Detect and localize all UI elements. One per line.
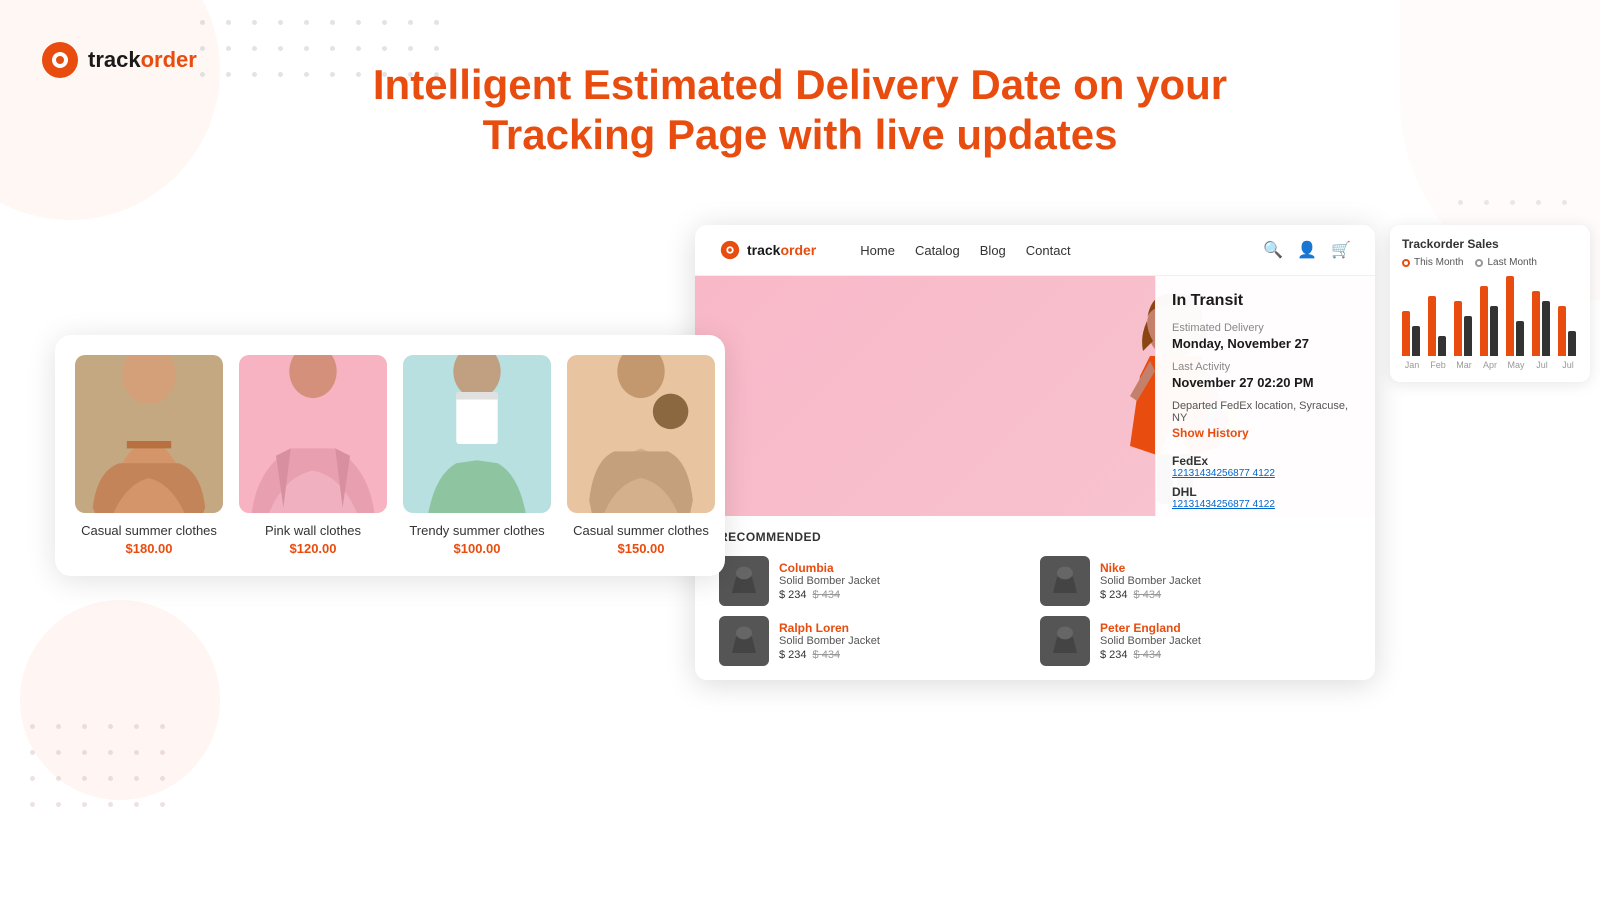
product-card-3[interactable]: Trendy summer clothes $100.00 — [403, 355, 551, 556]
storefront: trackorder Home Catalog Blog Contact 🔍 👤… — [695, 225, 1375, 680]
legend-dot-orange — [1402, 259, 1410, 267]
rec-image-2 — [1040, 556, 1090, 606]
show-history-link[interactable]: Show History — [1172, 426, 1359, 440]
carrier-dhl: DHL 12131434256877 4122 — [1172, 485, 1359, 510]
rec-old-price-1: $ 434 — [813, 589, 841, 601]
carrier-fedex: FedEx 12131434256877 4122 — [1172, 454, 1359, 479]
rec-price-3: $ 234 — [779, 649, 807, 661]
product-name-1: Casual summer clothes — [81, 523, 217, 538]
heading-line1: Intelligent Estimated Delivery Date on y… — [373, 61, 1227, 108]
rec-prices-1: $ 234 $ 434 — [779, 589, 880, 601]
rec-name-1: Solid Bomber Jacket — [779, 575, 880, 587]
carrier-dhl-name: DHL — [1172, 485, 1359, 499]
product-price-3: $100.00 — [454, 541, 501, 556]
rec-item-2-info: Nike Solid Bomber Jacket $ 234 $ 434 — [1100, 561, 1201, 601]
product-image-4 — [567, 355, 715, 513]
tracking-widget: In Transit Estimated Delivery Monday, No… — [1155, 276, 1375, 516]
legend-last-month: Last Month — [1475, 257, 1536, 268]
rec-old-price-3: $ 434 — [813, 649, 841, 661]
store-logo[interactable]: trackorder — [719, 239, 816, 261]
rec-prices-3: $ 234 $ 434 — [779, 649, 880, 661]
heading-line2: Tracking Page with live updates — [483, 111, 1118, 158]
store-nav-icons: 🔍 👤 🛒 — [1263, 240, 1351, 260]
chart-legend: This Month Last Month — [1402, 257, 1578, 268]
rec-brand-3: Ralph Loren — [779, 621, 880, 635]
product-price-4: $150.00 — [618, 541, 665, 556]
rec-image-3 — [719, 616, 769, 666]
nav-link-home[interactable]: Home — [860, 243, 895, 258]
product-name-3: Trendy summer clothes — [409, 523, 544, 538]
rec-brand-4: Peter England — [1100, 621, 1201, 635]
product-name-2: Pink wall clothes — [265, 523, 361, 538]
product-card-2[interactable]: Pink wall clothes $120.00 — [239, 355, 387, 556]
product-price-1: $180.00 — [126, 541, 173, 556]
nav-link-blog[interactable]: Blog — [980, 243, 1006, 258]
rec-item-2[interactable]: Nike Solid Bomber Jacket $ 234 $ 434 — [1040, 556, 1351, 606]
carrier-dhl-number[interactable]: 12131434256877 4122 — [1172, 499, 1359, 510]
product-image-2 — [239, 355, 387, 513]
rec-item-1[interactable]: Columbia Solid Bomber Jacket $ 234 $ 434 — [719, 556, 1030, 606]
sales-chart: Trackorder Sales This Month Last Month J… — [1390, 225, 1590, 382]
estimated-label: Estimated Delivery — [1172, 322, 1359, 334]
product-card-4[interactable]: Casual summer clothes $150.00 — [567, 355, 715, 556]
estimated-date: Monday, November 27 — [1172, 336, 1359, 351]
rec-prices-4: $ 234 $ 434 — [1100, 649, 1201, 661]
rec-brand-2: Nike — [1100, 561, 1201, 575]
carrier-fedex-number[interactable]: 12131434256877 4122 — [1172, 468, 1359, 479]
product-name-4: Casual summer clothes — [573, 523, 709, 538]
rec-price-2: $ 234 — [1100, 589, 1128, 601]
tracking-status: In Transit — [1172, 292, 1359, 310]
rec-item-1-info: Columbia Solid Bomber Jacket $ 234 $ 434 — [779, 561, 880, 601]
rec-item-4-info: Peter England Solid Bomber Jacket $ 234 … — [1100, 621, 1201, 661]
product-panel: Casual summer clothes $180.00 Pink wall … — [55, 335, 725, 576]
main-heading: Intelligent Estimated Delivery Date on y… — [0, 60, 1600, 161]
chart-bars — [1402, 276, 1578, 356]
legend-this-month: This Month — [1402, 257, 1463, 268]
rec-brand-1: Columbia — [779, 561, 880, 575]
nav-link-catalog[interactable]: Catalog — [915, 243, 960, 258]
search-icon[interactable]: 🔍 — [1263, 240, 1283, 260]
store-logo-text: trackorder — [747, 242, 816, 258]
rec-name-3: Solid Bomber Jacket — [779, 635, 880, 647]
store-logo-icon — [719, 239, 741, 261]
rec-item-3[interactable]: Ralph Loren Solid Bomber Jacket $ 234 $ … — [719, 616, 1030, 666]
rec-old-price-4: $ 434 — [1134, 649, 1162, 661]
recommended-grid: Columbia Solid Bomber Jacket $ 234 $ 434 — [719, 556, 1351, 666]
recommended-section: RECOMMENDED Columbia Solid Bomber Jacket… — [695, 516, 1375, 680]
chart-title: Trackorder Sales — [1402, 237, 1578, 251]
chart-labels: Jan Feb Mar Apr May Jul Jul — [1402, 360, 1578, 370]
rec-price-4: $ 234 — [1100, 649, 1128, 661]
activity-location: Departed FedEx location, Syracuse, NY — [1172, 400, 1359, 424]
recommended-title: RECOMMENDED — [719, 530, 1351, 544]
rec-price-1: $ 234 — [779, 589, 807, 601]
product-card-1[interactable]: Casual summer clothes $180.00 — [75, 355, 223, 556]
rec-name-4: Solid Bomber Jacket — [1100, 635, 1201, 647]
rec-item-4[interactable]: Peter England Solid Bomber Jacket $ 234 … — [1040, 616, 1351, 666]
activity-label: Last Activity — [1172, 361, 1359, 373]
activity-date: November 27 02:20 PM — [1172, 375, 1359, 390]
rec-image-1 — [719, 556, 769, 606]
product-price-2: $120.00 — [290, 541, 337, 556]
carrier-fedex-name: FedEx — [1172, 454, 1359, 468]
rec-image-4 — [1040, 616, 1090, 666]
legend-dot-gray — [1475, 259, 1483, 267]
product-image-1 — [75, 355, 223, 513]
rec-name-2: Solid Bomber Jacket — [1100, 575, 1201, 587]
store-nav: trackorder Home Catalog Blog Contact 🔍 👤… — [695, 225, 1375, 276]
nav-link-contact[interactable]: Contact — [1026, 243, 1071, 258]
rec-prices-2: $ 234 $ 434 — [1100, 589, 1201, 601]
store-nav-links: Home Catalog Blog Contact — [860, 243, 1070, 258]
store-hero: In Transit Estimated Delivery Monday, No… — [695, 276, 1375, 516]
cart-icon[interactable]: 🛒 — [1331, 240, 1351, 260]
rec-item-3-info: Ralph Loren Solid Bomber Jacket $ 234 $ … — [779, 621, 880, 661]
rec-old-price-2: $ 434 — [1134, 589, 1162, 601]
user-icon[interactable]: 👤 — [1297, 240, 1317, 260]
product-image-3 — [403, 355, 551, 513]
